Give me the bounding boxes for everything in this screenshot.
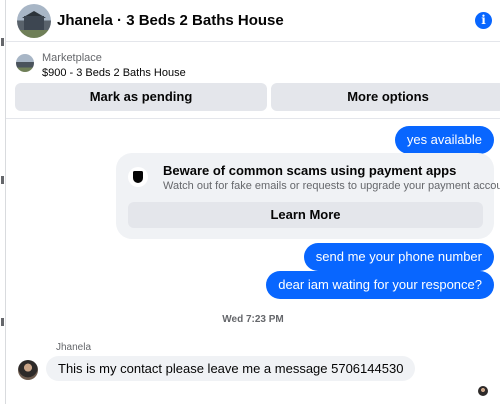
conversation-title[interactable]: Jhanela · 3 Beds 2 Baths House (57, 12, 284, 29)
seen-avatar (478, 386, 488, 396)
outgoing-message[interactable]: dear iam wating for your responce? (266, 271, 494, 299)
listing-avatar[interactable] (17, 4, 51, 38)
message-timestamp: Wed 7:23 PM (222, 314, 284, 325)
more-options-button[interactable]: More options (271, 83, 500, 111)
edge-marker (1, 176, 4, 184)
outgoing-message[interactable]: yes available (394, 126, 494, 154)
sender-name: Jhanela (56, 342, 92, 353)
mark-as-pending-button[interactable]: Mark as pending (15, 83, 267, 111)
warning-title: Beware of common scams using payment app… (163, 163, 457, 178)
edge-marker (1, 38, 4, 46)
marketplace-label: Marketplace (42, 52, 102, 64)
scam-warning-card: Beware of common scams using payment app… (116, 153, 500, 239)
warning-text: Watch out for fake emails or requests to… (163, 180, 500, 192)
outgoing-message[interactable]: send me your phone number (303, 243, 494, 271)
sender-avatar[interactable] (18, 360, 38, 380)
conversation-header: Jhanela · 3 Beds 2 Baths House i (6, 0, 500, 42)
info-icon[interactable]: i (475, 12, 492, 29)
incoming-message[interactable]: This is my contact please leave me a mes… (46, 356, 416, 381)
listing-price-title[interactable]: $900 - 3 Beds 2 Baths House (42, 67, 186, 79)
house-body (24, 16, 44, 30)
listing-thumbnail[interactable] (16, 54, 34, 72)
learn-more-button[interactable]: Learn More (128, 202, 483, 228)
shield-icon (128, 167, 148, 187)
